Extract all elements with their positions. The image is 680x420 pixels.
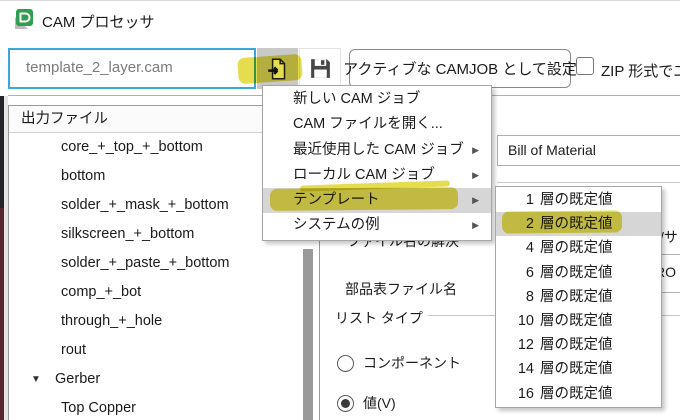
layer-count: 4 xyxy=(512,236,534,260)
section-rule xyxy=(497,182,680,183)
save-icon xyxy=(308,56,333,81)
submenu-arrow-icon: ▶ xyxy=(472,213,479,238)
submenu-item-12-layer[interactable]: 12 層の既定値 xyxy=(496,333,661,357)
gerber-group-label: Gerber xyxy=(55,371,100,387)
zip-export-label: ZIP 形式でエ xyxy=(601,60,680,81)
layer-count: 12 xyxy=(512,333,534,357)
submenu-item-6-layer[interactable]: 6 層の既定値 xyxy=(496,261,661,285)
submenu-item-10-layer[interactable]: 10 層の既定値 xyxy=(496,309,661,333)
menu-item-label: ローカル CAM ジョブ xyxy=(293,167,435,183)
layer-default-label: 層の既定値 xyxy=(540,309,613,333)
output-file-item[interactable]: through_+_hole xyxy=(9,307,319,336)
submenu-item-1-layer[interactable]: 1 層の既定値 xyxy=(496,188,661,212)
radio-selected-dot xyxy=(341,399,350,408)
layer-default-label: 層の既定値 xyxy=(540,285,613,309)
radio-value-circle xyxy=(337,395,354,412)
submenu-arrow-icon: ▶ xyxy=(472,188,479,213)
layer-default-label: 層の既定値 xyxy=(540,236,613,260)
cam-job-dropdown-menu: 新しい CAM ジョブ CAM ファイルを開く... 最近使用した CAM ジョ… xyxy=(262,85,492,241)
window-title: CAM プロセッサ xyxy=(42,11,155,32)
submenu-item-8-layer[interactable]: 8 層の既定値 xyxy=(496,285,661,309)
highlighter-mark-open-button xyxy=(237,54,303,84)
submenu-arrow-icon: ▶ xyxy=(472,163,479,188)
layer-default-label: 層の既定値 xyxy=(540,261,613,285)
submenu-item-14-layer[interactable]: 14 層の既定値 xyxy=(496,357,661,381)
bom-filename-label: 部品表ファイル名 xyxy=(345,279,457,299)
layer-count: 10 xyxy=(512,309,534,333)
menu-item-recent-cam-jobs[interactable]: 最近使用した CAM ジョブ ▶ xyxy=(263,138,491,163)
layer-count: 6 xyxy=(512,261,534,285)
submenu-item-4-layer[interactable]: 4 層の既定値 xyxy=(496,236,661,260)
panel-scrollbar-thumb[interactable] xyxy=(303,249,313,420)
menu-item-label: 最近使用した CAM ジョブ xyxy=(293,142,464,158)
output-file-item[interactable]: Top Copper xyxy=(9,394,319,420)
cam-processor-window: CAM プロセッサ template_2_layer.cam アクティブな CA… xyxy=(0,0,680,420)
radio-component[interactable]: コンポーネント xyxy=(337,353,461,373)
layer-count: 1 xyxy=(512,188,534,212)
title-bar: CAM プロセッサ xyxy=(0,1,680,39)
list-type-label: リスト タイプ xyxy=(335,308,423,328)
highlighter-mark-2-layer xyxy=(502,210,622,233)
layer-default-label: 層の既定値 xyxy=(540,382,613,406)
layer-count: 8 xyxy=(512,285,534,309)
gerber-group-row[interactable]: ▼ Gerber xyxy=(9,365,319,394)
cam-app-icon xyxy=(12,8,34,30)
output-file-item[interactable]: rout xyxy=(9,336,319,365)
cam-filename-input[interactable]: template_2_layer.cam xyxy=(8,48,256,89)
submenu-item-16-layer[interactable]: 16 層の既定値 xyxy=(496,382,661,406)
set-active-camjob-button[interactable]: アクティブな CAMJOB として設定 xyxy=(349,49,571,88)
radio-component-circle xyxy=(337,355,354,372)
layer-default-label: 層の既定値 xyxy=(540,357,613,381)
radio-value[interactable]: 値(V) xyxy=(337,393,396,413)
save-cam-button[interactable] xyxy=(299,48,341,89)
menu-item-label: システムの例 xyxy=(293,217,380,233)
radio-component-label: コンポーネント xyxy=(363,353,461,373)
layer-count: 16 xyxy=(512,382,534,406)
zip-export-checkbox[interactable] xyxy=(576,57,594,75)
expand-arrow-icon[interactable]: ▼ xyxy=(31,365,51,394)
clipped-text-suffix: /サ xyxy=(660,227,678,247)
layer-default-label: 層の既定値 xyxy=(540,188,613,212)
menu-item-open-cam-file[interactable]: CAM ファイルを開く... xyxy=(263,112,491,137)
output-file-item[interactable]: solder_+_paste_+_bottom xyxy=(9,249,319,278)
output-file-item[interactable]: comp_+_bot xyxy=(9,278,319,307)
radio-value-label: 値(V) xyxy=(363,393,396,413)
menu-item-new-cam-job[interactable]: 新しい CAM ジョブ xyxy=(263,87,491,112)
bom-title-field[interactable]: Bill of Material xyxy=(497,135,680,166)
highlighter-mark-template xyxy=(270,187,458,211)
submenu-arrow-icon: ▶ xyxy=(472,138,479,163)
menu-item-system-examples[interactable]: システムの例 ▶ xyxy=(263,213,491,238)
layer-count: 14 xyxy=(512,357,534,381)
layer-default-label: 層の既定値 xyxy=(540,333,613,357)
